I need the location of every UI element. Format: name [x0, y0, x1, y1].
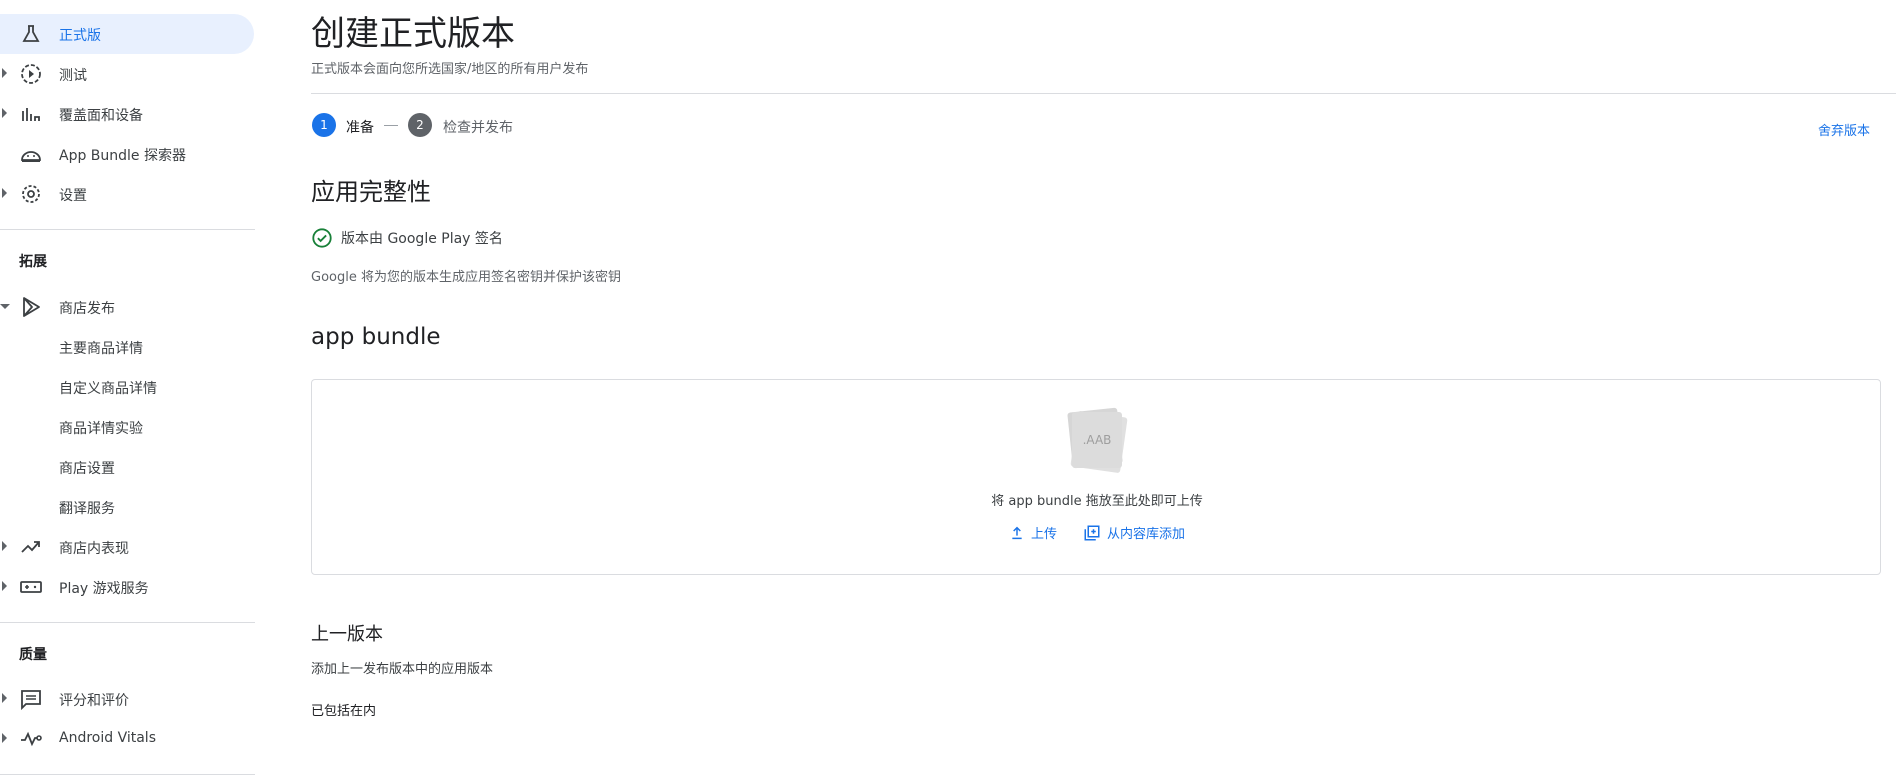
expand-caret-icon[interactable]	[2, 733, 7, 743]
sidebar-item-label: 自定义商品详情	[59, 381, 157, 397]
app-integrity-title: 应用完整性	[311, 178, 431, 206]
previous-releases-description: 添加上一发布版本中的应用版本	[311, 662, 494, 677]
sidebar-item-label: 覆盖面和设备	[59, 108, 143, 124]
sidebar-item-label: Android Vitals	[59, 730, 156, 746]
flask-icon	[22, 25, 40, 42]
sidebar-subitem-store-settings[interactable]: 商店设置	[0, 447, 255, 487]
sidebar-subitem-main-listing[interactable]: 主要商品详情	[0, 327, 255, 367]
vitals-icon	[21, 731, 42, 747]
expand-caret-icon[interactable]	[2, 541, 7, 551]
add-from-library-label: 从内容库添加	[1107, 527, 1186, 542]
sidebar-divider	[0, 774, 255, 775]
upload-icon	[1012, 526, 1022, 539]
expand-caret-icon[interactable]	[2, 108, 7, 118]
sidebar-item-android-vitals[interactable]: Android Vitals	[0, 719, 255, 759]
step-2-indicator: 2	[408, 113, 432, 137]
gear-icon	[22, 185, 40, 203]
sidebar-item-store-presence[interactable]: 商店发布	[0, 287, 255, 327]
signing-status-text: 版本由 Google Play 签名	[341, 231, 503, 247]
bar-chart-icon	[22, 108, 40, 121]
sidebar-item-play-games[interactable]: Play 游戏服务	[0, 567, 255, 607]
expand-caret-icon[interactable]	[2, 68, 7, 78]
play-circle-icon	[21, 64, 41, 84]
library-add-icon	[1084, 525, 1100, 540]
sidebar-item-label: 设置	[59, 188, 87, 204]
included-heading: 已包括在内	[311, 704, 377, 719]
section-title-grow: 拓展	[19, 254, 47, 270]
expand-caret-icon[interactable]	[2, 188, 7, 198]
sidebar-item-reach[interactable]: 覆盖面和设备	[0, 94, 255, 134]
play-store-icon	[23, 297, 40, 317]
expand-caret-icon[interactable]	[2, 581, 7, 591]
sidebar-item-label: 测试	[59, 68, 87, 84]
sidebar-item-label: 商品详情实验	[59, 421, 143, 437]
sidebar-item-label: 商店内表现	[59, 541, 129, 557]
stepper-connector	[384, 125, 398, 126]
sidebar-item-label: 评分和评价	[59, 693, 129, 709]
sidebar-item-testing[interactable]: 测试	[0, 54, 255, 94]
sidebar-item-label: 翻译服务	[59, 501, 115, 517]
sidebar-divider	[0, 229, 255, 230]
sidebar-item-store-performance[interactable]: 商店内表现	[0, 527, 255, 567]
sidebar-item-app-bundle-explorer[interactable]: App Bundle 探索器	[0, 134, 255, 174]
android-icon	[21, 151, 41, 162]
signing-status: 版本由 Google Play 签名	[311, 226, 503, 250]
aab-file-icon: .AAB	[1067, 407, 1128, 474]
section-title-quality: 质量	[19, 647, 47, 663]
sidebar-item-label: 商店设置	[59, 461, 115, 477]
sidebar-item-label: 正式版	[59, 28, 101, 44]
app-bundle-dropzone[interactable]: .AAB 将 app bundle 拖放至此处即可上传 上传 从内容库添加	[311, 379, 1881, 575]
sidebar-subitem-translation[interactable]: 翻译服务	[0, 487, 255, 527]
header-divider	[311, 93, 1896, 94]
sidebar-item-label: App Bundle 探索器	[59, 148, 186, 164]
sidebar-item-settings[interactable]: 设置	[0, 174, 255, 214]
sidebar-subitem-custom-listing[interactable]: 自定义商品详情	[0, 367, 255, 407]
sidebar-item-production[interactable]: 正式版	[0, 14, 254, 54]
step-1-indicator: 1	[312, 113, 336, 137]
signing-description: Google 将为您的版本生成应用签名密钥并保护该密钥	[311, 270, 621, 285]
step-2-label: 检查并发布	[443, 120, 513, 136]
step-1-label: 准备	[346, 120, 374, 136]
main-content: 创建正式版本 正式版本会面向您所选国家/地区的所有用户发布 1 准备 2 检查并…	[311, 0, 1896, 778]
dropzone-actions: 上传 从内容库添加	[312, 523, 1882, 542]
sidebar-subitem-listing-experiments[interactable]: 商品详情实验	[0, 407, 255, 447]
upload-label: 上传	[1030, 527, 1057, 542]
check-circle-icon	[312, 228, 332, 248]
aab-icon-label: .AAB	[1072, 412, 1122, 468]
sidebar-item-ratings-reviews[interactable]: 评分和评价	[0, 679, 255, 719]
discard-release-button[interactable]: 舍弃版本	[1818, 120, 1870, 139]
sidebar-item-label: 商店发布	[59, 301, 115, 317]
trending-up-icon	[21, 541, 40, 553]
dropzone-hint: 将 app bundle 拖放至此处即可上传	[991, 494, 1203, 509]
sidebar-item-label: Play 游戏服务	[59, 581, 149, 597]
collapse-caret-icon[interactable]	[0, 304, 10, 309]
app-bundle-title: app bundle	[311, 324, 441, 350]
sidebar-divider	[0, 622, 255, 623]
sidebar-item-label: 主要商品详情	[59, 341, 143, 357]
sidebar: 正式版 测试 覆盖面和设备 App Bundle 探索器 设置 拓展 商店发布 …	[0, 0, 255, 778]
add-from-library-button[interactable]: 从内容库添加	[1083, 523, 1185, 542]
gamepad-icon	[20, 581, 42, 593]
upload-button[interactable]: 上传	[1009, 523, 1057, 542]
previous-releases-title: 上一版本	[311, 624, 383, 645]
expand-caret-icon[interactable]	[2, 693, 7, 703]
page-title: 创建正式版本	[311, 14, 515, 54]
page-subtitle: 正式版本会面向您所选国家/地区的所有用户发布	[311, 62, 589, 77]
review-icon	[21, 690, 41, 711]
